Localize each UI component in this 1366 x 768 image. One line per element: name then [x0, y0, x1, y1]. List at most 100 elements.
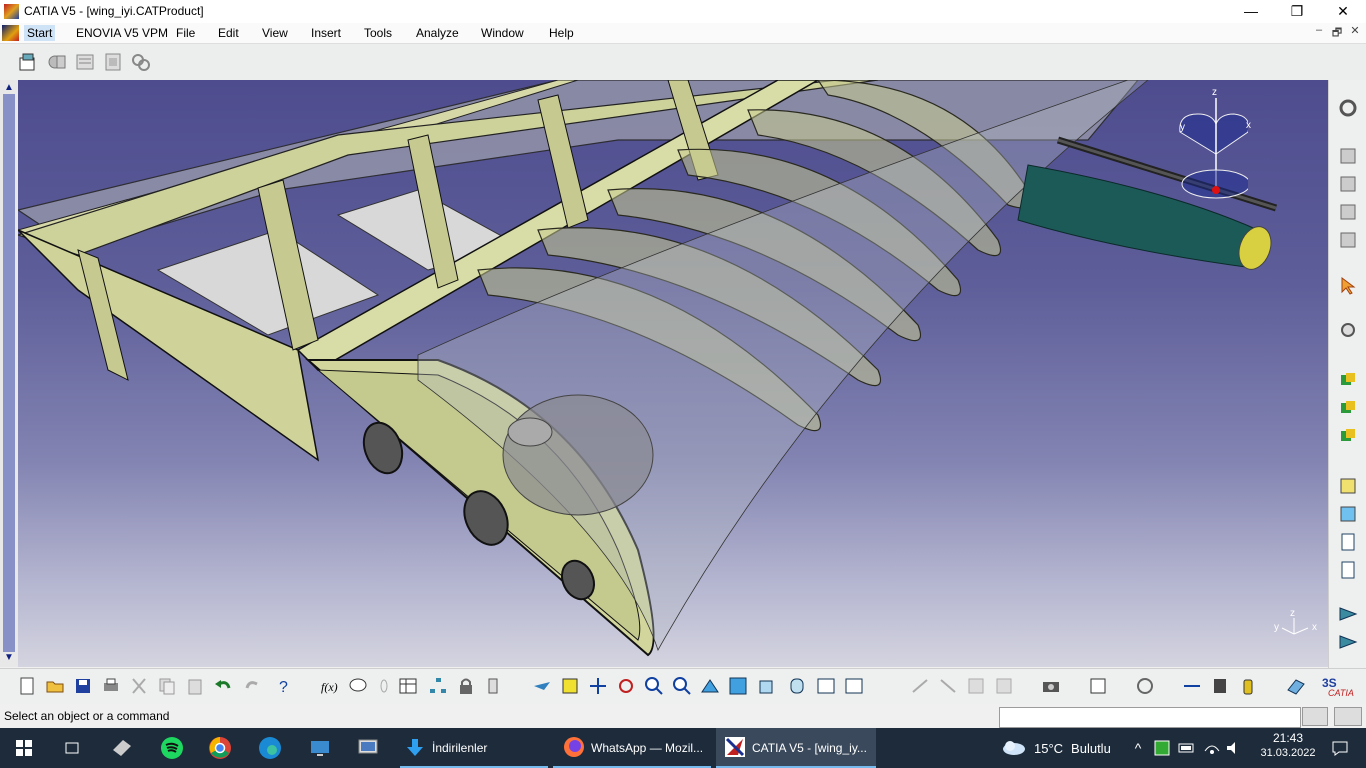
product-structure-icon[interactable]	[1338, 146, 1358, 166]
menu-tools[interactable]: Tools	[361, 25, 395, 41]
computer-icon[interactable]	[344, 728, 392, 768]
menu-window[interactable]: Window	[478, 25, 527, 41]
taskbar-downloads[interactable]: İndirilenler	[400, 728, 550, 768]
power-input-icon[interactable]	[1334, 707, 1362, 726]
taskbar-catia[interactable]: CATIA V5 - [wing_iy...	[716, 728, 876, 768]
undo-icon[interactable]	[213, 676, 233, 696]
tray-expand-icon[interactable]: ^	[1130, 728, 1146, 768]
menu-file[interactable]: File	[173, 25, 198, 41]
inertia-icon[interactable]	[1088, 676, 1108, 696]
fix-icon[interactable]	[1338, 504, 1358, 524]
zoom-in-icon[interactable]	[644, 676, 664, 696]
notification-icon[interactable]	[1320, 728, 1360, 768]
task-view-icon[interactable]	[48, 728, 96, 768]
components-icon[interactable]	[1338, 174, 1358, 194]
bom-icon[interactable]	[966, 676, 986, 696]
open-icon[interactable]	[45, 676, 65, 696]
tray-app-icon[interactable]	[1152, 728, 1172, 768]
taskbar-firefox[interactable]: WhatsApp — Mozil...	[553, 728, 713, 768]
fly-icon[interactable]	[532, 676, 552, 696]
comment-icon[interactable]	[348, 676, 368, 696]
manipulate-icon[interactable]	[1338, 320, 1358, 340]
cut-icon[interactable]	[129, 676, 149, 696]
fit-all-icon[interactable]	[560, 676, 580, 696]
render-style-icon[interactable]	[787, 676, 807, 696]
whats-this-icon[interactable]: ?	[273, 676, 293, 696]
menu-edit[interactable]: Edit	[215, 25, 242, 41]
hide-show-icon[interactable]	[816, 676, 836, 696]
part-design-icon[interactable]	[47, 52, 67, 72]
menu-start[interactable]: Start	[24, 25, 56, 41]
publish-icon[interactable]	[486, 676, 506, 696]
menu-analyze[interactable]: Analyze	[413, 25, 462, 41]
explode-icon[interactable]	[1338, 426, 1358, 446]
insert-icon[interactable]	[1338, 202, 1358, 222]
tree-icon[interactable]	[428, 676, 448, 696]
knowledge-icon[interactable]	[374, 676, 394, 696]
lock-icon[interactable]	[456, 676, 476, 696]
update-icon[interactable]	[994, 676, 1014, 696]
scale-icon[interactable]	[1182, 676, 1202, 696]
swap-icon[interactable]	[844, 676, 864, 696]
existing-icon[interactable]	[1338, 230, 1358, 250]
catia-app-icon[interactable]	[4, 4, 19, 19]
chrome-icon[interactable]	[196, 728, 244, 768]
menu-insert[interactable]: Insert	[308, 25, 344, 41]
table-icon[interactable]	[398, 676, 418, 696]
gear-settings-icon[interactable]	[1338, 98, 1358, 118]
move-icon[interactable]	[1338, 398, 1358, 418]
gears-icon[interactable]	[131, 52, 151, 72]
menu-view[interactable]: View	[259, 25, 291, 41]
scroll-up-icon[interactable]: ▲	[2, 82, 16, 94]
new-icon[interactable]	[17, 676, 37, 696]
edge-icon[interactable]	[246, 728, 294, 768]
battery-icon[interactable]	[1177, 728, 1197, 768]
zoom-out-icon[interactable]	[672, 676, 692, 696]
command-button[interactable]	[1302, 707, 1328, 726]
rotate-icon[interactable]	[616, 676, 636, 696]
snap-icon[interactable]	[1338, 370, 1358, 390]
copy-icon[interactable]	[157, 676, 177, 696]
wifi-icon[interactable]	[1202, 728, 1222, 768]
save-icon[interactable]	[73, 676, 93, 696]
remote-desktop-icon[interactable]	[296, 728, 344, 768]
clock[interactable]: 21:43 31.03.2022	[1258, 731, 1318, 759]
offset-icon[interactable]	[1338, 604, 1358, 624]
cursor-icon[interactable]	[1338, 276, 1358, 296]
power-input-field[interactable]	[999, 707, 1301, 728]
volume-icon[interactable]	[1224, 728, 1244, 768]
bill-icon[interactable]	[1210, 676, 1230, 696]
snapshot-icon[interactable]	[938, 676, 958, 696]
app-icon[interactable]	[98, 728, 146, 768]
print-icon[interactable]	[101, 676, 121, 696]
assembly-icon[interactable]	[75, 52, 95, 72]
cut-plane-icon[interactable]	[910, 676, 930, 696]
doc-minimize-button[interactable]: –	[1310, 24, 1328, 42]
knowledge-bottle-icon[interactable]	[1238, 676, 1258, 696]
doc-restore-button[interactable]: 🗗	[1328, 24, 1346, 42]
pan-icon[interactable]	[588, 676, 608, 696]
vertical-scrollbar[interactable]: ▲ ▼	[0, 80, 18, 667]
constraint-icon[interactable]	[1338, 476, 1358, 496]
normal-view-icon[interactable]	[700, 676, 720, 696]
coincidence-icon[interactable]	[1338, 532, 1358, 552]
contact-icon[interactable]	[1338, 560, 1358, 580]
compass-widget[interactable]: z x y	[1168, 87, 1251, 222]
menu-help[interactable]: Help	[546, 25, 577, 41]
scrollbar-thumb[interactable]	[3, 94, 15, 652]
redo-icon[interactable]	[243, 676, 263, 696]
windows-start-icon[interactable]	[0, 728, 48, 768]
minimize-button[interactable]: —	[1228, 0, 1274, 23]
sheet-icon[interactable]	[103, 52, 123, 72]
measure-between-icon[interactable]	[1041, 676, 1061, 696]
close-button[interactable]: ✕	[1320, 0, 1366, 23]
doc-close-button[interactable]: ✕	[1346, 24, 1364, 42]
paste-icon[interactable]	[185, 676, 205, 696]
weather-widget[interactable]: 15°C Bulutlu	[1000, 728, 1120, 768]
maximize-button[interactable]: ❐	[1274, 0, 1320, 23]
menu-enovia[interactable]: ENOVIA V5 VPM	[73, 25, 171, 41]
catalog-icon[interactable]	[1135, 676, 1155, 696]
select-icon[interactable]	[18, 52, 38, 72]
3dexperience-icon[interactable]: 3S CATIA	[1316, 676, 1362, 697]
scroll-down-icon[interactable]: ▼	[2, 652, 16, 664]
